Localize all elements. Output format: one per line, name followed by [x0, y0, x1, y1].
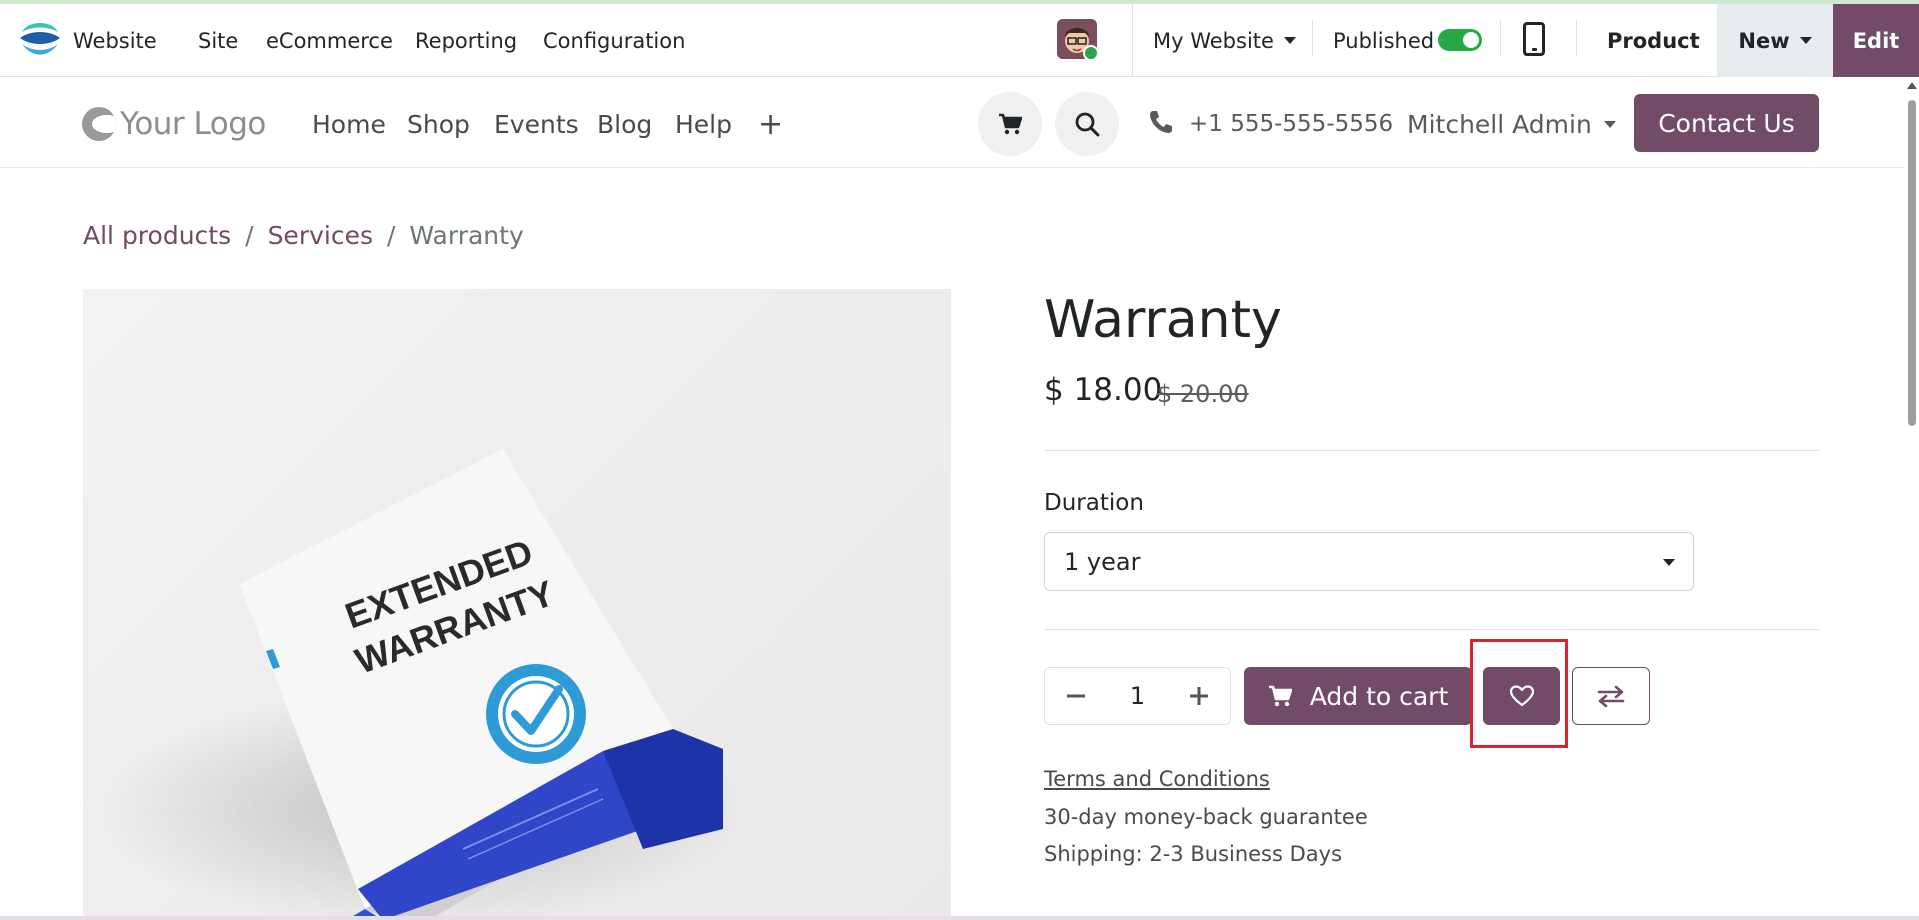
- cart-button[interactable]: [978, 92, 1042, 156]
- website-selector-label: My Website: [1153, 28, 1274, 53]
- highlight-box: [1470, 639, 1568, 748]
- breadcrumb-separator: /: [245, 220, 254, 250]
- add-to-cart-label: Add to cart: [1309, 681, 1449, 711]
- published-label: Published: [1333, 28, 1435, 53]
- attribute-label: Duration: [1044, 490, 1144, 516]
- logo-mark-icon: [82, 107, 116, 141]
- divider: [1312, 20, 1313, 56]
- mobile-preview-icon[interactable]: [1523, 22, 1545, 56]
- site-logo[interactable]: Your Logo: [82, 104, 266, 144]
- nav-home[interactable]: Home: [312, 104, 386, 144]
- menu-configuration[interactable]: Configuration: [543, 4, 685, 77]
- new-button-label: New: [1738, 28, 1790, 53]
- cart-icon: [1268, 685, 1292, 707]
- product-price-old: $ 20.00: [1157, 380, 1249, 408]
- product-image[interactable]: EXTENDED WARRANTY: [83, 289, 951, 920]
- breadcrumb-separator: /: [386, 220, 396, 250]
- quantity-input[interactable]: 1: [1106, 682, 1168, 710]
- odoo-top-bar: Website Site eCommerce Reporting Configu…: [0, 4, 1919, 77]
- add-menu-item-icon[interactable]: +: [758, 104, 783, 144]
- divider: [1044, 450, 1819, 451]
- contact-us-button[interactable]: Contact Us: [1634, 94, 1819, 152]
- divider: [1576, 20, 1577, 56]
- search-button[interactable]: [1055, 92, 1119, 156]
- user-menu-label: Mitchell Admin: [1407, 109, 1592, 139]
- caret-down-icon: [1603, 120, 1616, 128]
- caret-down-icon: [1283, 37, 1296, 44]
- menu-ecommerce[interactable]: eCommerce: [266, 4, 393, 77]
- app-name[interactable]: Website: [73, 4, 157, 77]
- page-scrollbar[interactable]: [1904, 78, 1919, 920]
- user-menu[interactable]: Mitchell Admin: [1407, 104, 1616, 144]
- quantity-stepper: 1: [1044, 667, 1231, 725]
- divider: [1500, 20, 1501, 56]
- new-button[interactable]: New: [1717, 4, 1833, 77]
- bottom-accent-line: [0, 916, 1919, 920]
- product-title: Warranty: [1044, 290, 1282, 350]
- caret-down-icon: [1663, 559, 1675, 566]
- online-status-dot: [1083, 45, 1097, 59]
- plus-icon: [1190, 687, 1209, 705]
- scrollbar-thumb[interactable]: [1908, 100, 1916, 426]
- shipping-info: Shipping: 2-3 Business Days: [1044, 842, 1343, 866]
- menu-site[interactable]: Site: [198, 4, 238, 77]
- user-avatar[interactable]: [1057, 19, 1097, 59]
- breadcrumb-services[interactable]: Services: [268, 221, 373, 250]
- nav-blog[interactable]: Blog: [597, 104, 652, 144]
- breadcrumb-current: Warranty: [409, 220, 524, 250]
- divider: [1044, 629, 1819, 630]
- site-logo-text: Your Logo: [120, 106, 266, 142]
- warranty-badge-icon: [486, 664, 586, 764]
- scroll-up-arrow-icon[interactable]: [1907, 82, 1917, 89]
- website-header: Your Logo Home Shop Events Blog Help + +…: [0, 78, 1904, 168]
- nav-help[interactable]: Help: [675, 104, 732, 144]
- caret-down-icon: [1799, 37, 1812, 44]
- nav-events[interactable]: Events: [494, 104, 579, 144]
- compare-icon: [1597, 685, 1625, 707]
- add-to-cart-button[interactable]: Add to cart: [1244, 667, 1472, 725]
- duration-select[interactable]: 1 year: [1044, 532, 1694, 591]
- warranty-box-illustration: EXTENDED WARRANTY: [93, 449, 753, 920]
- duration-select-value: 1 year: [1064, 547, 1141, 576]
- edit-button[interactable]: Edit: [1833, 4, 1919, 77]
- breadcrumb: All products / Services / Warranty: [83, 218, 524, 252]
- nav-shop[interactable]: Shop: [407, 104, 470, 144]
- published-toggle[interactable]: [1438, 29, 1482, 51]
- money-back-guarantee: 30-day money-back guarantee: [1044, 805, 1368, 829]
- divider: [1132, 4, 1133, 77]
- terms-and-conditions-link[interactable]: Terms and Conditions: [1044, 767, 1270, 791]
- phone-number[interactable]: +1 555-555-5556: [1189, 104, 1393, 144]
- product-button[interactable]: Product: [1607, 4, 1700, 77]
- increase-quantity-button[interactable]: [1169, 667, 1230, 725]
- product-price: $ 18.00: [1044, 372, 1163, 408]
- search-icon: [1075, 112, 1100, 137]
- compare-button[interactable]: [1572, 667, 1650, 725]
- decrease-quantity-button[interactable]: [1045, 667, 1106, 725]
- minus-icon: [1066, 694, 1085, 698]
- cart-icon: [999, 113, 1022, 135]
- phone-icon: [1150, 111, 1172, 133]
- website-selector[interactable]: My Website: [1153, 4, 1296, 77]
- app-logo-icon[interactable]: [18, 16, 62, 58]
- menu-reporting[interactable]: Reporting: [415, 4, 517, 77]
- breadcrumb-all-products[interactable]: All products: [83, 221, 231, 250]
